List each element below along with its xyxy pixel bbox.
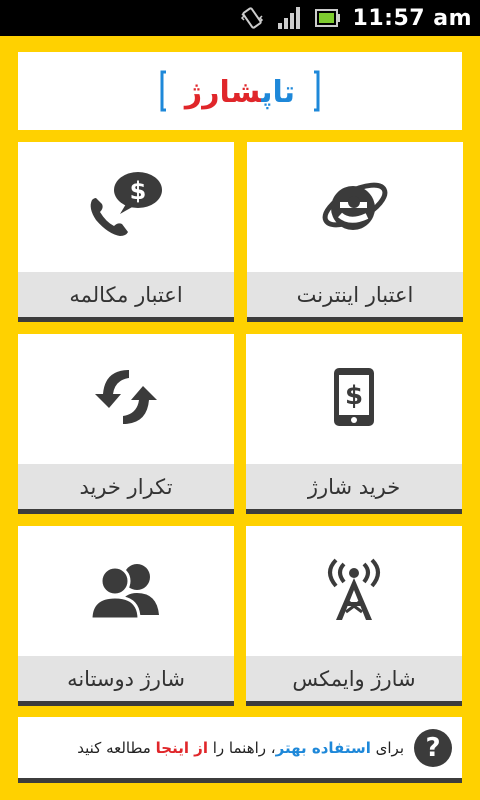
help-prefix: برای	[375, 738, 404, 757]
tile-label: شارژ وایمکس	[246, 656, 462, 701]
tile-call-credit[interactable]: $ اعتبار مکالمه	[18, 142, 234, 322]
help-bar[interactable]: برای استفاده بهتر، راهنما را از اینجا مط…	[18, 717, 462, 783]
tile-label: تکرار خرید	[18, 464, 234, 509]
help-suffix: مطالعه کنید	[77, 738, 151, 757]
users-icon	[89, 559, 163, 623]
tile-label: خرید شارژ	[246, 464, 462, 509]
battery-icon	[314, 9, 341, 27]
signal-icon	[277, 6, 303, 30]
status-time: 11:57 am	[352, 5, 472, 31]
tile-internet-credit[interactable]: اعتبار اینترنت	[247, 142, 463, 322]
vibrate-icon	[239, 5, 265, 31]
logo-header: تاپشارژ	[18, 52, 462, 130]
svg-text:$: $	[130, 177, 147, 205]
tile-repeat-purchase[interactable]: تکرار خرید	[18, 334, 234, 514]
question-icon[interactable]: ?	[414, 728, 452, 767]
svg-text:$: $	[345, 381, 363, 411]
help-text: برای استفاده بهتر، راهنما را از اینجا مط…	[77, 739, 404, 757]
phone-dollar-icon: $	[86, 170, 166, 244]
wimax-tower-icon	[322, 556, 386, 626]
svg-text:تاپشارژ: تاپشارژ	[183, 75, 295, 110]
tile-friendly-charge[interactable]: شارژ دوستانه	[18, 526, 234, 706]
help-highlight-usage: استفاده بهتر	[275, 738, 371, 757]
help-link-here[interactable]: از اینجا	[156, 739, 208, 757]
app-logo: تاپشارژ	[160, 70, 320, 112]
tile-label: اعتبار اینترنت	[247, 272, 463, 317]
tile-label: اعتبار مکالمه	[18, 272, 234, 317]
tile-label: شارژ دوستانه	[18, 656, 234, 701]
internet-explorer-icon	[320, 172, 390, 242]
repeat-arrows-icon	[91, 364, 161, 434]
status-bar: 11:57 am	[0, 0, 480, 36]
tile-buy-charge[interactable]: $ خرید شارژ	[246, 334, 462, 514]
tile-wimax-charge[interactable]: شارژ وایمکس	[246, 526, 462, 706]
mobile-dollar-icon: $	[332, 366, 376, 432]
help-middle: ، راهنما را	[212, 738, 276, 757]
